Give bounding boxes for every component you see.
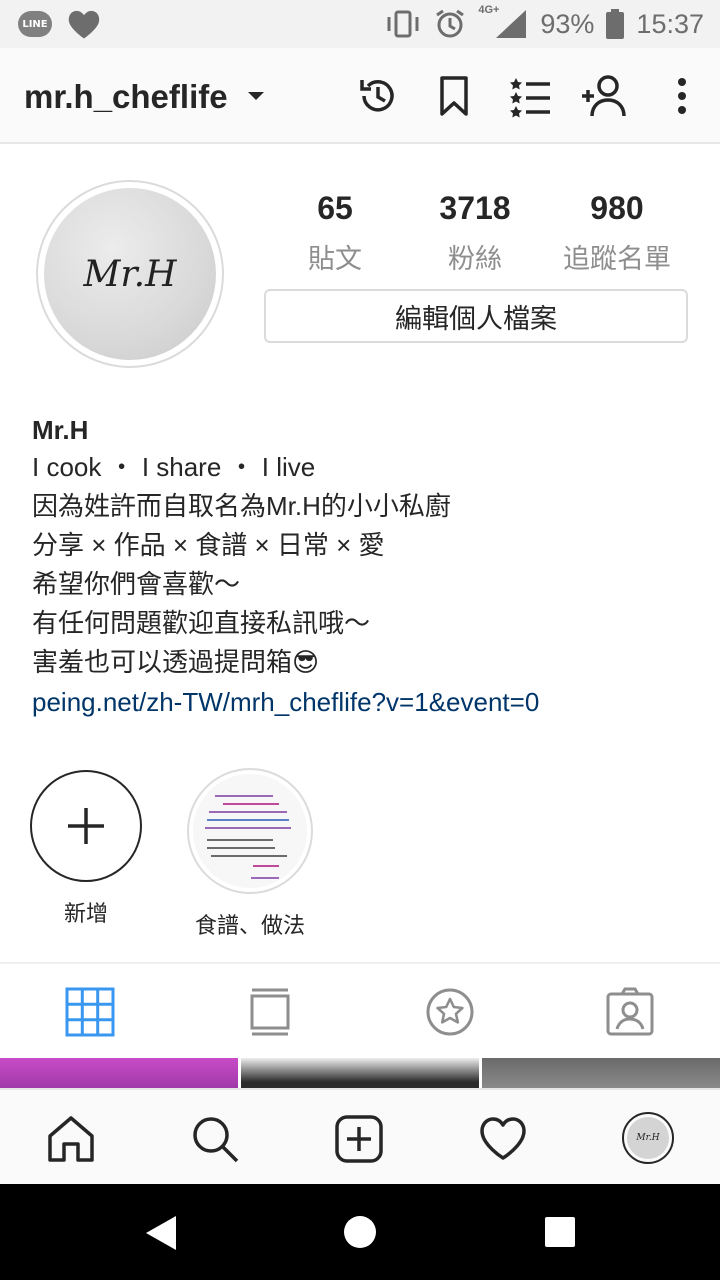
highlight-cover-image	[193, 774, 307, 888]
profile-header: mr.h_cheflife	[0, 48, 720, 144]
post-thumbnail[interactable]	[0, 1058, 238, 1088]
search-icon[interactable]	[190, 1114, 240, 1164]
list-icon[interactable]	[506, 72, 554, 120]
home-button-icon[interactable]	[342, 1214, 378, 1250]
alarm-icon	[436, 9, 465, 38]
highlight-label: 新增	[63, 901, 108, 926]
avatar[interactable]: Mr.H	[44, 188, 216, 360]
username-switcher[interactable]: mr.h_cheflife	[24, 78, 228, 116]
chevron-down-icon[interactable]	[248, 92, 264, 100]
edit-profile-button[interactable]: 編輯個人檔案	[264, 289, 688, 343]
bio-line: 希望你們會喜歡～	[32, 569, 241, 599]
heart-notification-icon	[68, 10, 100, 39]
back-icon[interactable]	[142, 1214, 180, 1252]
grid-view-icon[interactable]	[64, 986, 116, 1038]
more-icon[interactable]	[658, 72, 706, 120]
highlight-label: 食譜、做法	[194, 913, 305, 938]
bio-line: 害羞也可以透過提問箱😎	[32, 647, 320, 677]
avatar: Mr.H	[627, 1117, 669, 1159]
add-user-icon[interactable]	[580, 72, 628, 120]
bio: Mr.H I cook ・ I share ・ I live 因為姓許而自取名為…	[32, 412, 702, 722]
signal-icon: 4G+	[478, 4, 528, 40]
vibrate-icon	[387, 10, 419, 38]
new-post-icon[interactable]	[334, 1114, 384, 1164]
profile-tabs	[0, 962, 720, 1058]
recents-icon[interactable]	[544, 1216, 576, 1248]
bottom-navigation: Mr.H	[0, 1088, 720, 1184]
feed-view-icon[interactable]	[244, 986, 296, 1038]
bio-line: I cook ・ I share ・ I live	[32, 452, 316, 482]
highlight-cover[interactable]	[187, 768, 313, 894]
profile-name: Mr.H	[32, 415, 89, 445]
battery-percent: 93%	[540, 8, 595, 39]
stat-following[interactable]: 980 追蹤名單	[542, 190, 692, 276]
plus-icon	[68, 808, 104, 844]
system-navigation-bar	[0, 1184, 720, 1280]
post-thumbnail[interactable]	[482, 1058, 720, 1088]
clock: 15:37	[636, 8, 704, 39]
bio-line: 分享 × 作品 × 食譜 × 日常 × 愛	[32, 530, 385, 560]
profile-tab-avatar[interactable]: Mr.H	[622, 1112, 674, 1164]
posts-grid	[0, 1058, 720, 1088]
battery-icon	[606, 9, 625, 39]
stat-posts[interactable]: 65 貼文	[260, 190, 410, 276]
highlight-recipes[interactable]: 食譜、做法	[180, 768, 320, 940]
post-thumbnail[interactable]	[241, 1058, 479, 1088]
highlight-new[interactable]: 新增	[16, 770, 156, 928]
bio-line: 有任何問題歡迎直接私訊哦～	[32, 608, 371, 638]
saved-stories-icon[interactable]	[424, 986, 476, 1038]
history-icon[interactable]	[354, 72, 402, 120]
line-app-icon: LINE	[18, 11, 52, 37]
activity-heart-icon[interactable]	[478, 1114, 528, 1164]
bio-line: 因為姓許而自取名為Mr.H的小小私廚	[32, 491, 451, 521]
bio-link[interactable]: peing.net/zh-TW/mrh_cheflife?v=1&event=0	[32, 682, 702, 722]
add-highlight-button[interactable]	[30, 770, 142, 882]
status-bar: LINE 4G+ 93% 15:37	[0, 0, 720, 48]
stat-followers[interactable]: 3718 粉絲	[400, 190, 550, 276]
home-icon[interactable]	[46, 1114, 96, 1164]
avatar-logo-text: Mr.H	[83, 253, 177, 295]
bookmark-icon[interactable]	[430, 72, 478, 120]
highlight-cover-art	[193, 774, 307, 888]
tagged-icon[interactable]	[604, 986, 656, 1038]
